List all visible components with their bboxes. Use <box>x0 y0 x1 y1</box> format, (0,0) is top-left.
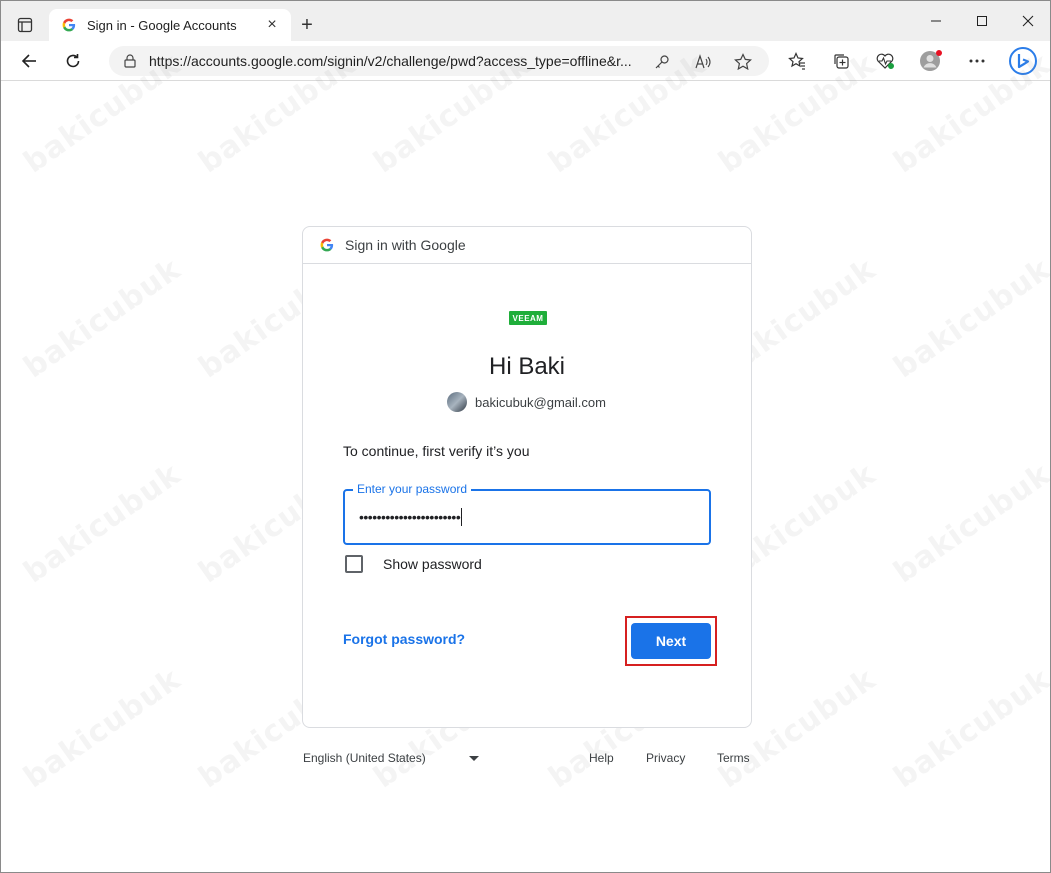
verify-text: To continue, first verify it’s you <box>343 443 530 459</box>
signin-card: Sign in with Google VEEAM Hi Baki bakicu… <box>302 226 752 728</box>
chevron-down-icon[interactable] <box>469 756 479 761</box>
bing-chat-icon[interactable] <box>1007 45 1039 77</box>
google-logo-icon <box>319 237 335 253</box>
new-tab-button[interactable]: + <box>295 13 319 37</box>
watermark-text: bakicubuk <box>887 456 1051 591</box>
help-link[interactable]: Help <box>589 751 614 765</box>
show-password-checkbox[interactable] <box>345 555 363 573</box>
password-masked-text: ••••••••••••••••••••••• <box>359 509 461 525</box>
password-field[interactable]: Enter your password ••••••••••••••••••••… <box>343 482 711 545</box>
privacy-link[interactable]: Privacy <box>646 751 685 765</box>
browser-window: Sign in - Google Accounts × + https://ac… <box>0 0 1051 873</box>
browser-toolbar: https://accounts.google.com/signin/v2/ch… <box>1 41 1050 81</box>
google-favicon-icon <box>61 17 77 33</box>
close-window-icon[interactable] <box>1013 9 1043 33</box>
collections-icon[interactable] <box>827 47 855 75</box>
back-icon[interactable] <box>15 47 43 75</box>
more-options-icon[interactable] <box>963 47 991 75</box>
watermark-text: bakicubuk <box>887 251 1051 386</box>
card-header: Sign in with Google <box>303 227 751 264</box>
address-bar[interactable]: https://accounts.google.com/signin/v2/ch… <box>109 46 769 76</box>
tab-strip: Sign in - Google Accounts × + <box>1 1 1050 41</box>
key-icon[interactable] <box>652 52 672 72</box>
password-label: Enter your password <box>353 482 472 496</box>
lock-icon[interactable] <box>121 52 139 70</box>
watermark-text: bakicubuk <box>887 661 1051 796</box>
show-password-row[interactable]: Show password <box>345 555 482 573</box>
card-header-title: Sign in with Google <box>345 237 466 253</box>
browser-essentials-icon[interactable] <box>871 47 899 75</box>
veeam-logo: VEEAM <box>509 311 547 325</box>
maximize-icon[interactable] <box>967 9 997 33</box>
account-email: bakicubuk@gmail.com <box>475 394 606 410</box>
forgot-password-link[interactable]: Forgot password? <box>343 631 465 647</box>
watermark-text: bakicubuk <box>17 456 188 591</box>
tab-title: Sign in - Google Accounts <box>87 17 237 33</box>
tab-close-icon[interactable]: × <box>263 16 281 34</box>
watermark-text: bakicubuk <box>17 661 188 796</box>
password-value[interactable]: ••••••••••••••••••••••• <box>359 508 463 526</box>
address-url: https://accounts.google.com/signin/v2/ch… <box>149 53 632 69</box>
minimize-icon[interactable] <box>921 9 951 33</box>
terms-link[interactable]: Terms <box>717 751 750 765</box>
greeting-heading: Hi Baki <box>488 353 566 380</box>
refresh-icon[interactable] <box>59 47 87 75</box>
tab-actions-icon[interactable] <box>11 11 39 39</box>
language-select[interactable]: English (United States) <box>303 751 426 765</box>
read-aloud-icon[interactable] <box>693 52 713 72</box>
next-button[interactable]: Next <box>631 623 711 659</box>
favorites-icon[interactable] <box>783 47 811 75</box>
favorite-star-icon[interactable] <box>733 52 753 72</box>
tab-active[interactable]: Sign in - Google Accounts × <box>49 9 291 41</box>
profile-avatar-icon[interactable] <box>917 47 945 75</box>
text-caret <box>461 508 463 526</box>
watermark-text: bakicubuk <box>17 251 188 386</box>
account-chip[interactable]: bakicubuk@gmail.com <box>447 391 606 413</box>
show-password-label: Show password <box>383 556 482 572</box>
avatar <box>447 392 467 412</box>
